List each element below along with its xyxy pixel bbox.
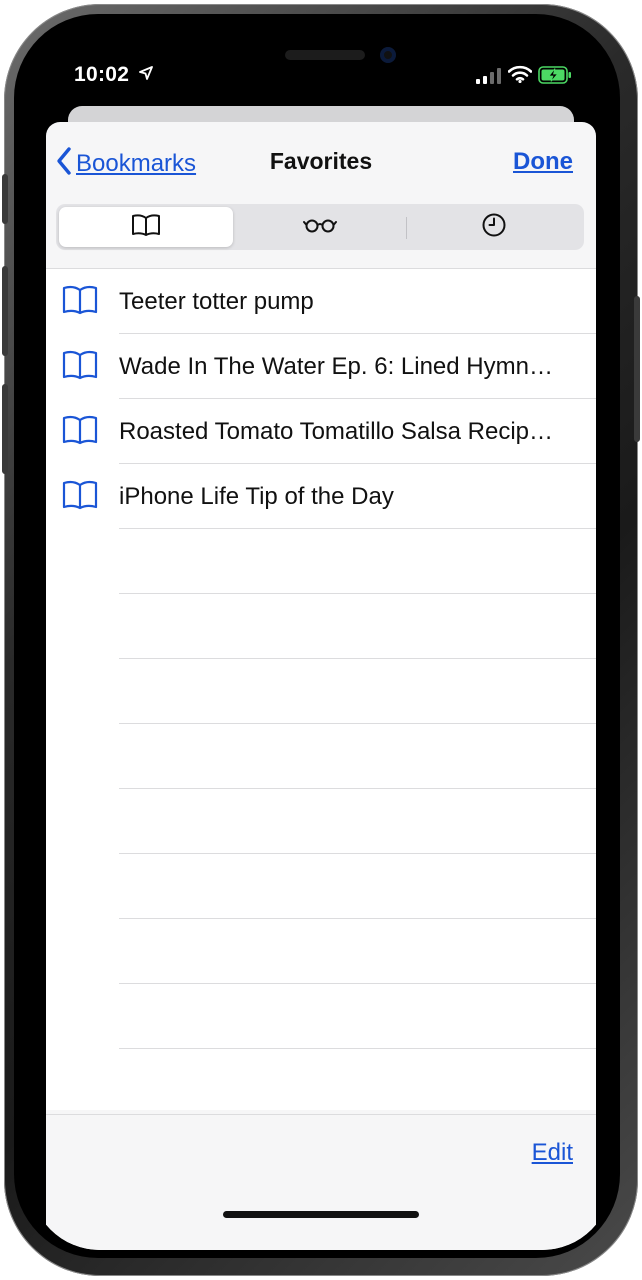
list-item[interactable]: Wade In The Water Ep. 6: Lined Hymn… bbox=[46, 334, 596, 399]
segmented-control bbox=[56, 204, 584, 250]
cellular-signal-icon bbox=[476, 68, 502, 89]
location-arrow-icon bbox=[139, 66, 153, 85]
book-icon bbox=[131, 213, 161, 242]
volume-down-button bbox=[2, 384, 8, 474]
separator bbox=[119, 983, 596, 984]
separator bbox=[119, 723, 596, 724]
tab-reading-list[interactable] bbox=[233, 207, 407, 247]
battery-charging-icon bbox=[538, 66, 572, 89]
book-icon bbox=[62, 480, 98, 515]
wifi-icon bbox=[507, 65, 533, 88]
bookmarks-sheet: Bookmarks Favorites Done Teeter totter p… bbox=[46, 122, 596, 1250]
bottom-toolbar: Edit bbox=[46, 1114, 596, 1250]
bookmark-title: iPhone Life Tip of the Day bbox=[119, 483, 394, 510]
screen: 10:02 Bookmarks Favorites Done Teeter to… bbox=[30, 30, 612, 1250]
front-camera bbox=[380, 47, 396, 63]
tab-history[interactable] bbox=[407, 207, 581, 247]
done-button[interactable]: Done bbox=[513, 148, 573, 176]
separator bbox=[119, 853, 596, 854]
earpiece-speaker bbox=[285, 50, 365, 60]
separator bbox=[119, 918, 596, 919]
bookmark-title: Roasted Tomato Tomatillo Salsa Recip… bbox=[119, 418, 553, 445]
home-indicator[interactable] bbox=[223, 1211, 419, 1218]
bookmark-title: Wade In The Water Ep. 6: Lined Hymn… bbox=[119, 353, 553, 380]
clock-icon bbox=[481, 212, 507, 243]
back-button[interactable]: Bookmarks bbox=[56, 146, 196, 181]
list-item[interactable]: Roasted Tomato Tomatillo Salsa Recip… bbox=[46, 399, 596, 464]
back-button-label: Bookmarks bbox=[76, 149, 197, 177]
book-icon bbox=[62, 285, 98, 320]
status-time: 10:02 bbox=[74, 63, 130, 86]
separator bbox=[119, 528, 596, 529]
separator bbox=[119, 593, 596, 594]
edit-button[interactable]: Edit bbox=[532, 1139, 573, 1167]
bookmark-title: Teeter totter pump bbox=[119, 288, 314, 315]
tab-bookmarks[interactable] bbox=[59, 207, 233, 247]
bookmark-list: Teeter totter pump Wade In The Water Ep.… bbox=[46, 268, 596, 1110]
glasses-icon bbox=[303, 216, 337, 239]
separator bbox=[119, 788, 596, 789]
mute-switch bbox=[2, 174, 8, 224]
volume-up-button bbox=[2, 266, 8, 356]
separator bbox=[119, 1048, 596, 1049]
list-item[interactable]: iPhone Life Tip of the Day bbox=[46, 464, 596, 529]
chevron-left-icon bbox=[56, 146, 72, 181]
side-button bbox=[634, 296, 640, 442]
separator bbox=[119, 658, 596, 659]
book-icon bbox=[62, 415, 98, 450]
book-icon bbox=[62, 350, 98, 385]
list-item[interactable]: Teeter totter pump bbox=[46, 269, 596, 334]
